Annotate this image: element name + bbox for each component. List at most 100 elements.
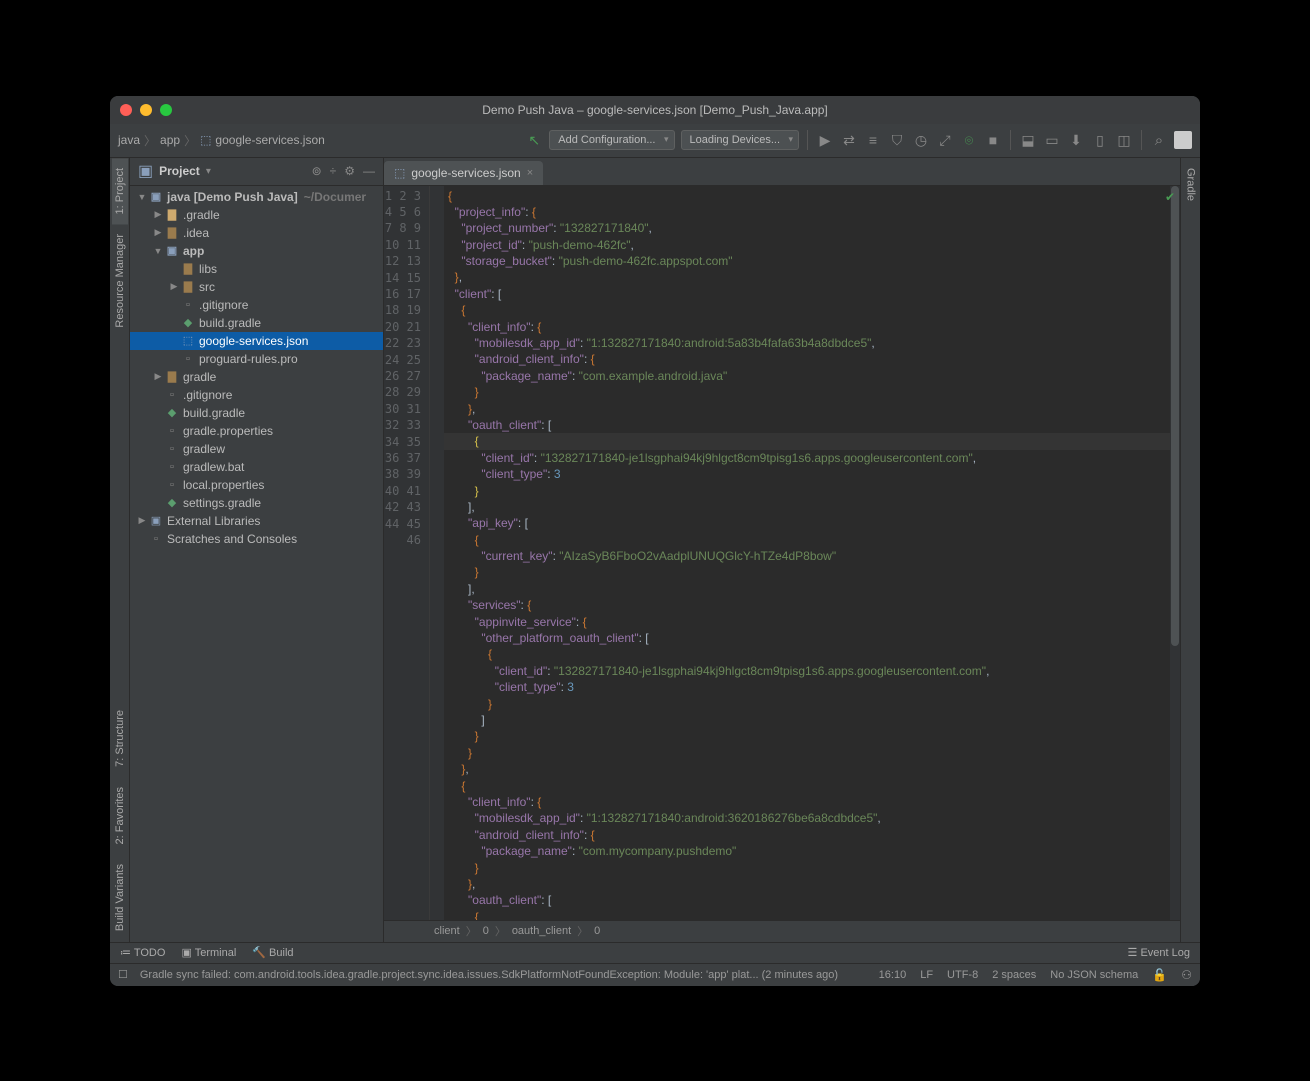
chevron-down-icon[interactable]: ▾ <box>206 166 211 177</box>
avatar[interactable] <box>1174 131 1192 149</box>
structure-breadcrumb: client〉 0〉 oauth_client〉 0 <box>384 920 1180 942</box>
file-encoding[interactable]: UTF-8 <box>947 969 978 981</box>
sync-icon[interactable]: ⬓ <box>1019 131 1037 149</box>
main-toolbar: java 〉 app 〉 ⬚ google-services.json ↖ Ad… <box>110 124 1200 158</box>
tree-node[interactable]: ▇libs <box>130 260 383 278</box>
tree-node[interactable]: ◆build.gradle <box>130 314 383 332</box>
status-bar: ☐ Gradle sync failed: com.android.tools.… <box>110 964 1200 986</box>
line-ending[interactable]: LF <box>920 969 933 981</box>
device-combo[interactable]: Loading Devices... <box>681 130 800 150</box>
breadcrumb-item[interactable]: app <box>160 133 180 147</box>
status-message[interactable]: Gradle sync failed: com.android.tools.id… <box>140 969 838 981</box>
tab-favorites[interactable]: 2: Favorites <box>112 777 128 854</box>
close-icon[interactable] <box>120 104 132 116</box>
project-tree[interactable]: ▼▣java [Demo Push Java]~/Documer▶▇.gradl… <box>130 186 383 942</box>
editor-tab[interactable]: ⬚ google-services.json × <box>384 161 543 185</box>
editor-tabbar: ⬚ google-services.json × <box>384 158 1180 186</box>
tab-terminal[interactable]: ▣ Terminal <box>181 946 236 959</box>
debug-icon[interactable]: ⌾ <box>960 131 978 149</box>
project-panel: ▣ Project ▾ ⊚ ÷ ⚙ — ▼▣java [Demo Push Ja… <box>130 158 384 942</box>
editor-tab-label: google-services.json <box>411 166 520 180</box>
avd-icon[interactable]: ▭ <box>1043 131 1061 149</box>
tree-node[interactable]: ▶▇.idea <box>130 224 383 242</box>
device-file-icon[interactable]: ▯ <box>1091 131 1109 149</box>
chevron-right-icon: 〉 <box>184 132 196 149</box>
tree-node[interactable]: ▫gradlew.bat <box>130 458 383 476</box>
tree-node[interactable]: ▫local.properties <box>130 476 383 494</box>
breadcrumb: java 〉 app 〉 ⬚ google-services.json <box>118 132 325 149</box>
collapse-icon[interactable]: ÷ <box>330 164 337 178</box>
minimap[interactable]: ✔ <box>1170 186 1180 920</box>
tree-node[interactable]: ▫gradlew <box>130 440 383 458</box>
cursor-position[interactable]: 16:10 <box>879 969 907 981</box>
tree-node[interactable]: ▫.gitignore <box>130 296 383 314</box>
tree-node[interactable]: ◆build.gradle <box>130 404 383 422</box>
project-view-label[interactable]: Project <box>159 164 200 178</box>
window-title: Demo Push Java – google-services.json [D… <box>110 103 1200 117</box>
attach-icon[interactable]: ⤢ <box>936 131 954 149</box>
breadcrumb-item[interactable]: google-services.json <box>215 133 324 147</box>
line-gutter[interactable]: 1 2 3 4 5 6 7 8 9 10 11 12 13 14 15 16 1… <box>384 186 430 920</box>
tab-resource-manager[interactable]: Resource Manager <box>112 224 128 338</box>
crumb[interactable]: client <box>434 925 460 937</box>
search-icon[interactable]: ⌕ <box>1150 131 1168 149</box>
notification-icon[interactable]: ☐ <box>118 968 128 981</box>
run-icon[interactable]: ▶ <box>816 131 834 149</box>
breadcrumb-item[interactable]: java <box>118 133 140 147</box>
project-header: ▣ Project ▾ ⊚ ÷ ⚙ — <box>130 158 383 186</box>
minimize-icon[interactable] <box>140 104 152 116</box>
tab-build[interactable]: 🔨 Build <box>252 946 293 959</box>
ide-window: Demo Push Java – google-services.json [D… <box>110 96 1200 986</box>
layout-icon[interactable]: ◫ <box>1115 131 1133 149</box>
fold-gutter[interactable] <box>430 186 444 920</box>
chevron-right-icon: 〉 <box>144 132 156 149</box>
tree-node[interactable]: ▼▣java [Demo Push Java]~/Documer <box>130 188 383 206</box>
scrollbar-track[interactable] <box>1170 186 1180 920</box>
tree-node[interactable]: ▫proguard-rules.pro <box>130 350 383 368</box>
tab-event-log[interactable]: ☰ Event Log <box>1128 946 1190 959</box>
tab-build-variants[interactable]: Build Variants <box>112 854 128 941</box>
hide-icon[interactable]: — <box>363 164 375 178</box>
crumb[interactable]: 0 <box>594 925 600 937</box>
indent-setting[interactable]: 2 spaces <box>992 969 1036 981</box>
gear-icon[interactable]: ⚙ <box>344 164 355 178</box>
coverage-icon[interactable]: ⛉ <box>888 131 906 149</box>
crumb[interactable]: 0 <box>483 925 489 937</box>
man-icon[interactable]: ⚇ <box>1181 968 1192 982</box>
target-icon[interactable]: ⊚ <box>312 164 322 178</box>
zoom-icon[interactable] <box>160 104 172 116</box>
tab-gradle[interactable]: Gradle <box>1183 158 1199 211</box>
lock-icon[interactable]: 🔓 <box>1152 968 1167 982</box>
hammer-icon[interactable]: ↖ <box>525 131 543 149</box>
tree-node[interactable]: ▶▣External Libraries <box>130 512 383 530</box>
close-tab-icon[interactable]: × <box>527 167 533 179</box>
stop-icon[interactable]: ■ <box>984 131 1002 149</box>
json-schema[interactable]: No JSON schema <box>1050 969 1138 981</box>
tree-node[interactable]: ▶▇.gradle <box>130 206 383 224</box>
crumb[interactable]: oauth_client <box>512 925 571 937</box>
tree-node[interactable]: ◆settings.gradle <box>130 494 383 512</box>
window-controls <box>120 104 172 116</box>
run-config-combo[interactable]: Add Configuration... <box>549 130 674 150</box>
editor[interactable]: 1 2 3 4 5 6 7 8 9 10 11 12 13 14 15 16 1… <box>384 186 1180 920</box>
apply-icon[interactable]: ⇄ <box>840 131 858 149</box>
inspection-ok-icon[interactable]: ✔ <box>1165 190 1175 204</box>
tree-node[interactable]: ▼▣app <box>130 242 383 260</box>
tree-node[interactable]: ⬚google-services.json <box>130 332 383 350</box>
tree-node[interactable]: ▫gradle.properties <box>130 422 383 440</box>
scrollbar-thumb[interactable] <box>1171 186 1179 646</box>
profile-icon[interactable]: ◷ <box>912 131 930 149</box>
tab-todo[interactable]: ≔ TODO <box>120 946 165 959</box>
tree-node[interactable]: ▫Scratches and Consoles <box>130 530 383 548</box>
titlebar[interactable]: Demo Push Java – google-services.json [D… <box>110 96 1200 124</box>
sdk-icon[interactable]: ⬇ <box>1067 131 1085 149</box>
tree-node[interactable]: ▫.gitignore <box>130 386 383 404</box>
editor-area: ⬚ google-services.json × 1 2 3 4 5 6 7 8… <box>384 158 1180 942</box>
tab-structure[interactable]: 7: Structure <box>112 700 128 777</box>
debug-run-icon[interactable]: ≡ <box>864 131 882 149</box>
tree-node[interactable]: ▶▇gradle <box>130 368 383 386</box>
tree-node[interactable]: ▶▇src <box>130 278 383 296</box>
code-content[interactable]: { "project_info": { "project_number": "1… <box>444 186 1170 920</box>
tab-project[interactable]: 1: Project <box>112 158 128 224</box>
left-tool-strip: 1: Project Resource Manager 7: Structure… <box>110 158 130 942</box>
